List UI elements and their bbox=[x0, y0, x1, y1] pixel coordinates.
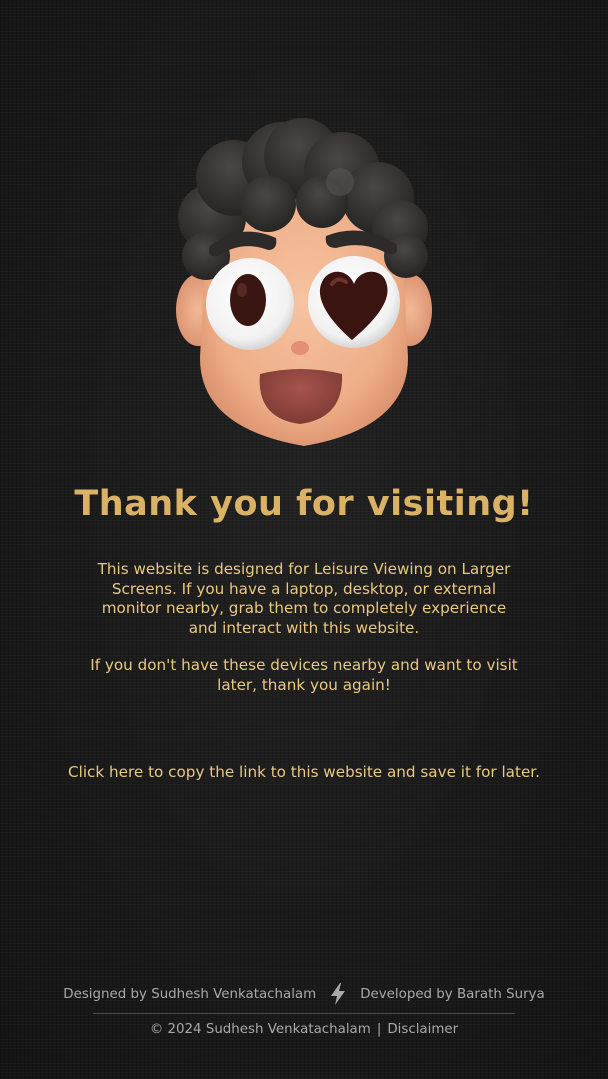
lightning-bolt-icon bbox=[330, 983, 346, 1005]
copy-link-button[interactable]: Click here to copy the link to this webs… bbox=[0, 762, 608, 782]
copyright-text: © 2024 Sudhesh Venkatachalam bbox=[149, 1022, 371, 1037]
info-paragraph-visit-later: If you don't have these devices nearby a… bbox=[90, 656, 518, 694]
footer-divider bbox=[93, 1013, 515, 1014]
footer-legal: © 2024 Sudhesh Venkatachalam | Disclaimer bbox=[0, 1020, 608, 1040]
footer-credits: Designed by Sudhesh Venkatachalam Develo… bbox=[0, 983, 608, 1005]
designed-by-credit: Designed by Sudhesh Venkatachalam bbox=[63, 986, 317, 1002]
avatar-heart-eyes-icon bbox=[172, 118, 436, 454]
page-title: Thank you for visiting! bbox=[74, 484, 534, 524]
developed-by-credit: Developed by Barath Surya bbox=[360, 986, 545, 1002]
disclaimer-link[interactable]: Disclaimer bbox=[387, 1022, 458, 1037]
footer-separator: | bbox=[376, 1022, 382, 1037]
thank-you-page: Thank you for visiting! This website is … bbox=[0, 0, 608, 1079]
info-paragraph-larger-screens: This website is designed for Leisure Vie… bbox=[97, 560, 511, 637]
